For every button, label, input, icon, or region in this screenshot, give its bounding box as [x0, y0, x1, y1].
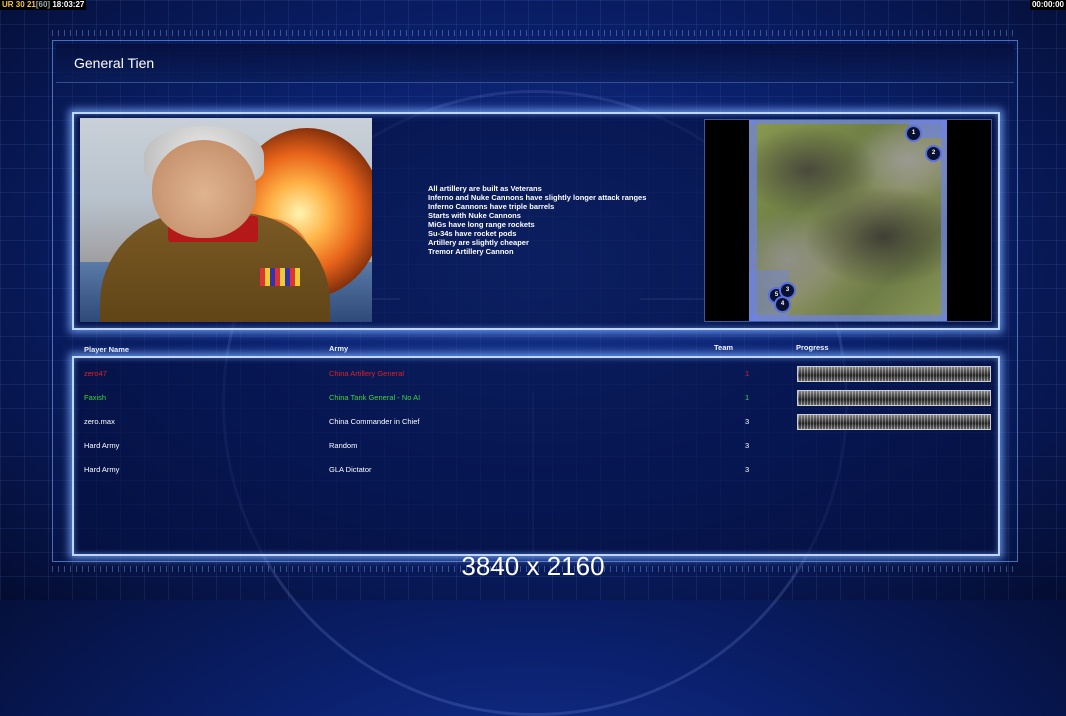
bonus-line: Inferno and Nuke Cannons have slightly l… — [428, 193, 647, 202]
player-name: Hard Army — [84, 465, 120, 474]
header-army: Army — [329, 344, 349, 353]
general-bonus-list: All artillery are built as Veterans Infe… — [428, 184, 646, 256]
bonus-line: Inferno Cannons have triple barrels — [428, 202, 555, 211]
player-team: 1 — [745, 393, 750, 402]
hud-limit: [60] — [35, 0, 51, 9]
hud-fps: 30 — [15, 0, 25, 9]
general-portrait — [80, 118, 372, 322]
player-name: zero.max — [84, 417, 115, 426]
hud-stats: UR 30 21[60] 18:03:27 — [0, 0, 87, 10]
hud-clock: 18:03:27 — [52, 0, 85, 9]
player-team: 3 — [745, 465, 750, 474]
hud-frame: 21 — [26, 0, 36, 9]
general-title: General Tien — [74, 55, 155, 71]
player-army: China Artillery General — [329, 369, 405, 378]
bonus-line: Starts with Nuke Cannons — [428, 211, 521, 220]
player-name: zero47 — [84, 369, 107, 378]
player-army: Random — [329, 441, 358, 450]
bonus-line: Su-34s have rocket pods — [428, 229, 517, 238]
loading-progress-bar — [797, 366, 991, 382]
player-team: 3 — [745, 417, 750, 426]
player-name: Faxish — [84, 393, 107, 402]
players-panel — [72, 356, 1000, 556]
player-team: 3 — [745, 441, 750, 450]
player-name: Hard Army — [84, 441, 120, 450]
bonus-line: Artillery are slightly cheaper — [428, 238, 529, 247]
title-bar — [56, 44, 1014, 83]
hud-prefix: UR — [2, 0, 14, 9]
header-progress: Progress — [796, 343, 829, 352]
resolution-label: 3840 x 2160 — [461, 551, 605, 581]
bonus-line: MiGs have long range rockets — [428, 220, 535, 229]
minimap: 1 2 5 3 4 — [704, 119, 992, 322]
header-player-name: Player Name — [84, 345, 130, 354]
top-ruler — [52, 30, 1016, 36]
start-marker: 1 — [905, 125, 922, 142]
medals-icon — [260, 268, 300, 286]
hud-timer: 00:00:00 — [1029, 0, 1066, 10]
loading-progress-bar — [797, 390, 991, 406]
start-marker: 2 — [925, 145, 942, 162]
bonus-line: Tremor Artillery Cannon — [428, 247, 514, 256]
player-army: GLA Dictator — [329, 465, 372, 474]
start-marker: 4 — [774, 296, 791, 313]
player-army: China Commander in Chief — [329, 417, 420, 426]
bonus-line: All artillery are built as Veterans — [428, 184, 542, 193]
header-team: Team — [714, 343, 734, 352]
loading-progress-bar — [797, 414, 991, 430]
player-team: 1 — [745, 369, 750, 378]
player-army: China Tank General - No AI — [329, 393, 421, 402]
